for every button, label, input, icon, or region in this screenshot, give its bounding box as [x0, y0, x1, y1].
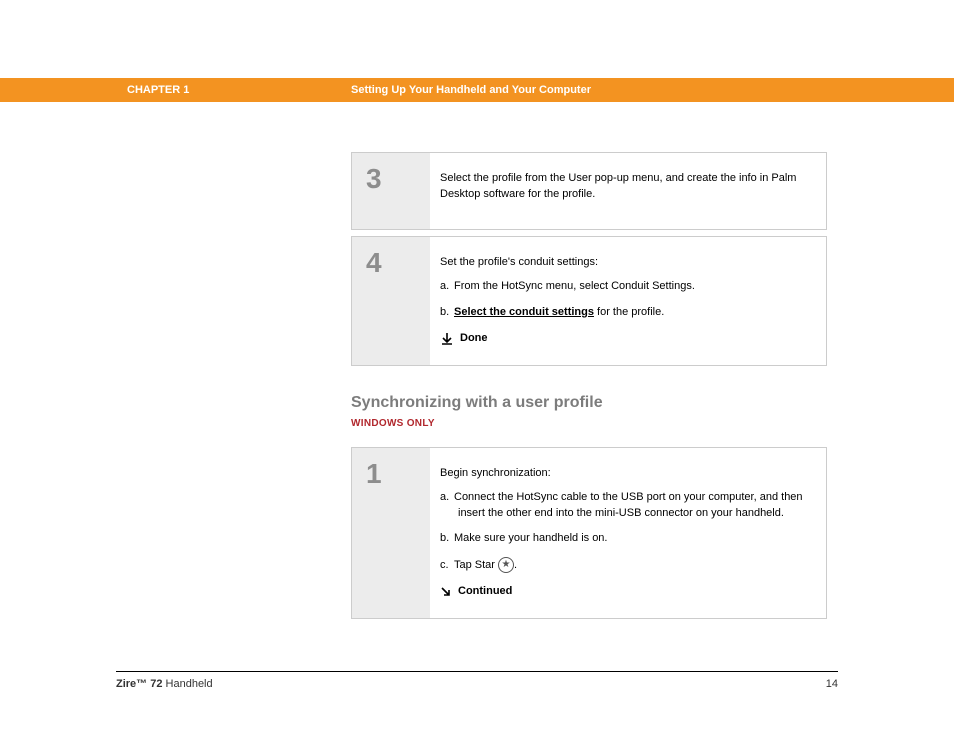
step-number: 1 [352, 448, 430, 619]
substep-b: b.Select the conduit settings for the pr… [440, 305, 806, 321]
download-icon [440, 332, 454, 346]
substep-a: a.From the HotSync menu, select Conduit … [440, 279, 806, 295]
step-body: Set the profile's conduit settings: a.Fr… [430, 237, 826, 365]
step-intro: Set the profile's conduit settings: [440, 255, 806, 271]
substep-a: a.Connect the HotSync cable to the USB p… [440, 490, 806, 522]
substep-text: Connect the HotSync cable to the USB por… [454, 491, 803, 519]
substep-text: From the HotSync menu, select Conduit Se… [454, 280, 695, 292]
product-rest: Handheld [162, 678, 212, 690]
section-heading: Synchronizing with a user profile [351, 394, 827, 412]
chapter-number: CHAPTER 1 [127, 84, 189, 96]
step-body: Begin synchronization: a.Connect the Hot… [430, 448, 826, 619]
product-bold: Zire™ 72 [116, 678, 162, 690]
done-indicator: Done [440, 331, 806, 347]
step-4-block: 4 Set the profile's conduit settings: a.… [351, 236, 827, 366]
page-number: 14 [826, 678, 838, 690]
substep-c: c.Tap Star ★. [440, 557, 806, 574]
substep-text-pre: Tap Star [454, 559, 498, 571]
conduit-settings-link[interactable]: Select the conduit settings [454, 306, 594, 318]
page-footer: Zire™ 72 Handheld 14 [116, 671, 838, 690]
substep-text: Make sure your handheld is on. [454, 532, 607, 544]
chapter-header: CHAPTER 1 Setting Up Your Handheld and Y… [0, 78, 954, 102]
step-1-sync-block: 1 Begin synchronization: a.Connect the H… [351, 447, 827, 620]
product-name: Zire™ 72 Handheld [116, 678, 213, 690]
arrow-down-right-icon [440, 586, 452, 598]
step-body: Select the profile from the User pop-up … [430, 153, 826, 229]
substep-b: b.Make sure your handheld is on. [440, 531, 806, 547]
step-intro: Begin synchronization: [440, 466, 806, 482]
step-text: Select the profile from the User pop-up … [440, 171, 806, 203]
substep-rest: for the profile. [594, 306, 664, 318]
continued-label: Continued [458, 584, 512, 600]
chapter-title: Setting Up Your Handheld and Your Comput… [351, 84, 591, 96]
continued-indicator: Continued [440, 584, 806, 600]
substep-text-post: . [514, 559, 517, 571]
step-3-block: 3 Select the profile from the User pop-u… [351, 152, 827, 230]
star-icon: ★ [498, 557, 514, 573]
platform-badge: WINDOWS ONLY [351, 418, 827, 429]
done-label: Done [460, 331, 488, 347]
step-number: 3 [352, 153, 430, 229]
step-number: 4 [352, 237, 430, 365]
main-content: 3 Select the profile from the User pop-u… [351, 152, 827, 625]
